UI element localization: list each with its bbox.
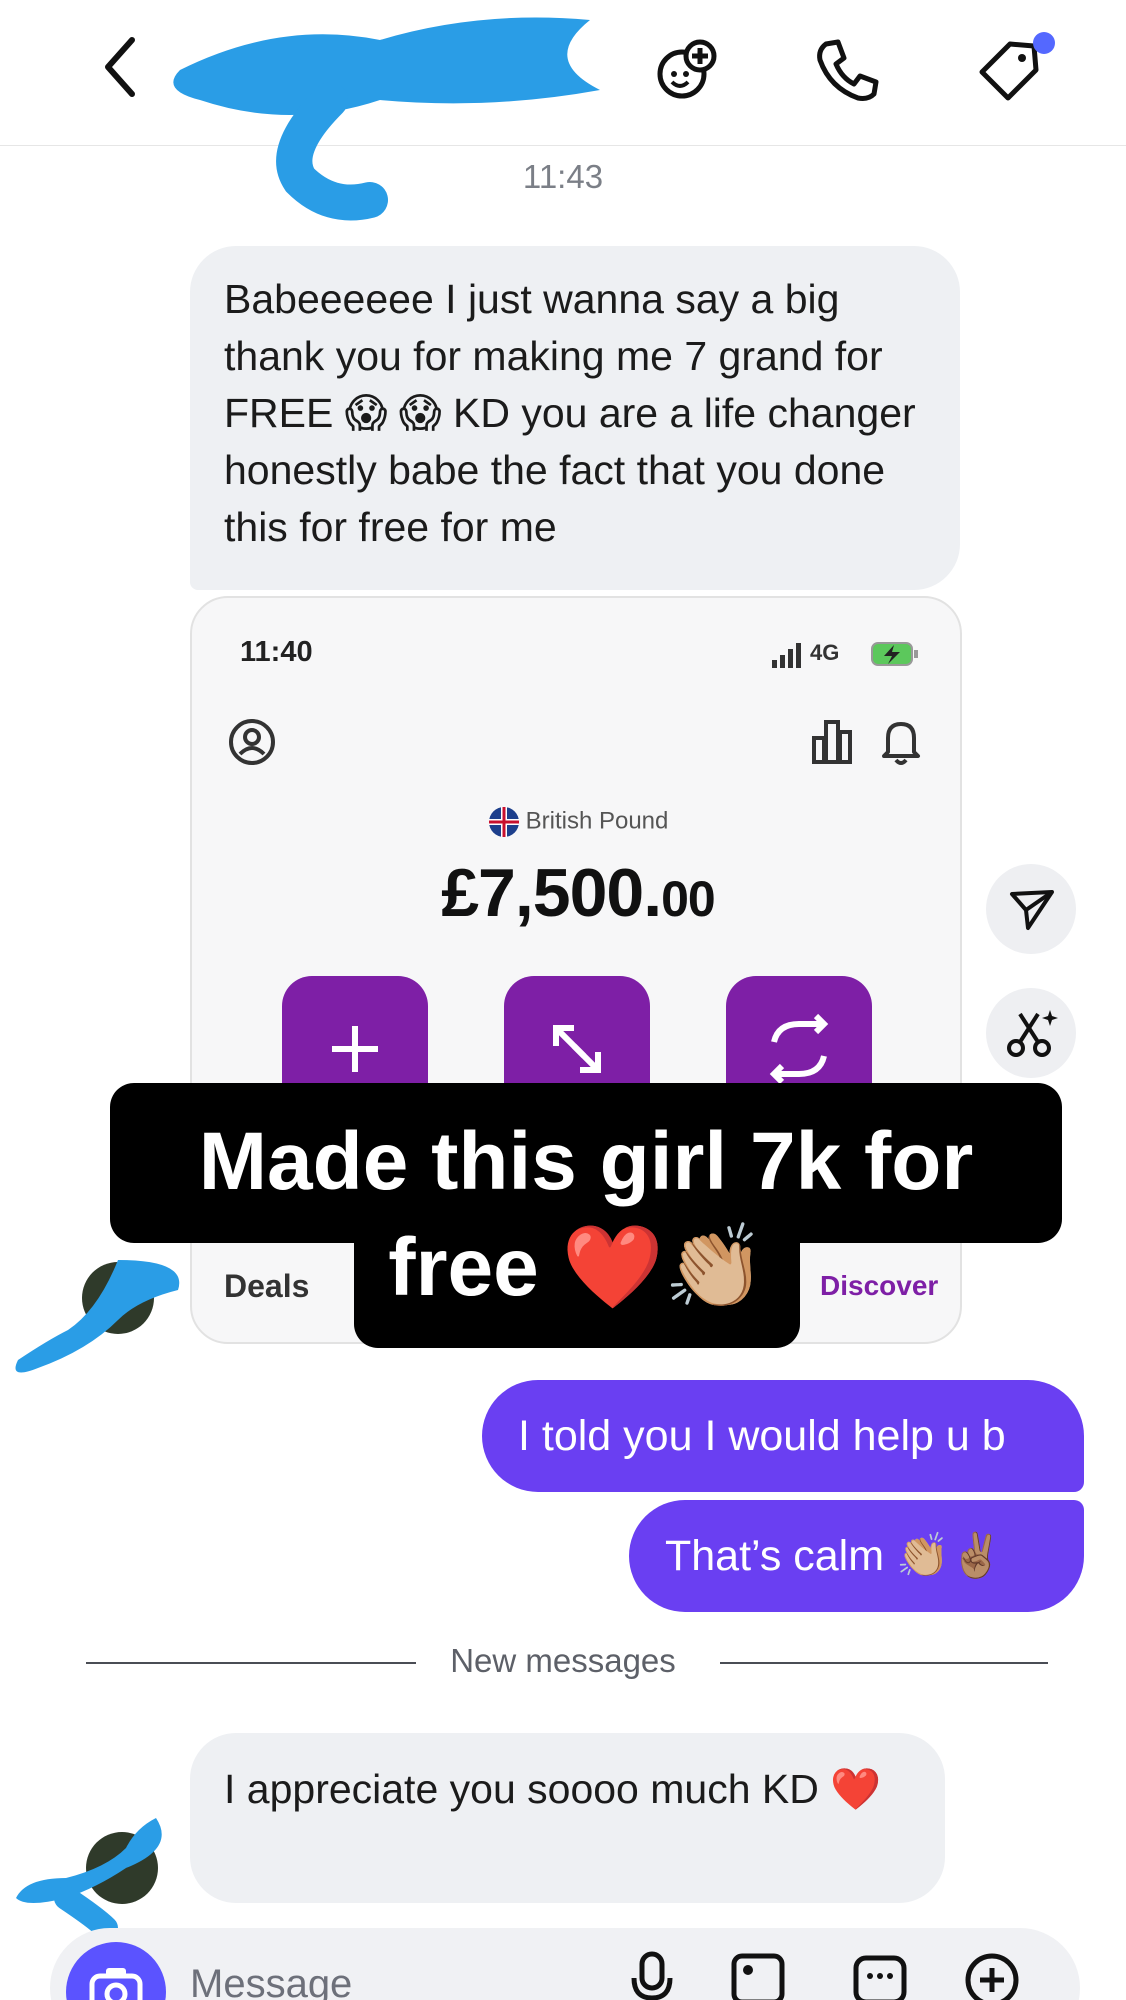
balance-amount: £7,500.00: [192, 854, 960, 932]
attachment-status-bar: 4G: [770, 634, 930, 674]
attachment-tab-deals: Deals: [224, 1268, 310, 1304]
signal-icon: [772, 643, 801, 668]
phone-icon[interactable]: [808, 30, 888, 110]
avatar-redacted: [16, 1818, 162, 1938]
add-icon[interactable]: [960, 1946, 1024, 2000]
caption-text-line2: free ❤️👏🏼: [388, 1222, 766, 1313]
bar-chart-icon: [812, 720, 852, 764]
notification-dot: [1033, 32, 1055, 54]
currency-name: British Pound: [525, 807, 669, 835]
send-icon: [1010, 890, 1054, 930]
camera-icon: [89, 1968, 143, 2000]
sticker-add-icon[interactable]: [646, 30, 726, 110]
chat-header: d...: [0, 0, 1126, 146]
remix-button[interactable]: [986, 988, 1076, 1078]
microphone-icon[interactable]: [620, 1946, 684, 2000]
contact-name-area[interactable]: d...: [175, 20, 605, 120]
new-messages-label: New messages: [450, 1642, 676, 1679]
contact-name: d...: [530, 50, 578, 88]
uk-flag-icon: [488, 807, 519, 837]
message-input[interactable]: Message: [190, 1962, 352, 2000]
gallery-icon[interactable]: [726, 1946, 790, 2000]
divider-line: [720, 1662, 1048, 1664]
attachment-status-time: 11:40: [240, 636, 313, 668]
bell-icon: [882, 722, 920, 765]
battery-icon: [871, 642, 918, 666]
message-timestamp: 11:43: [522, 158, 604, 195]
caption-text-line1: Made this girl 7k for: [198, 1116, 974, 1207]
outgoing-message[interactable]: That’s calm 👏🏼✌🏽: [629, 1500, 1084, 1612]
balance-decimal: 00: [661, 871, 716, 927]
currency-label: British Pound: [192, 806, 960, 838]
avatar-redacted: [15, 1260, 180, 1373]
network-label: 4G: [810, 640, 840, 665]
profile-icon: [229, 719, 275, 765]
balance-main: £7,500.: [441, 855, 662, 931]
camera-button[interactable]: [66, 1942, 166, 2000]
incoming-message[interactable]: I appreciate you soooo much KD ❤️: [190, 1733, 945, 1903]
attachment-tab-discover: Discover: [820, 1270, 939, 1301]
scissors-sparkle-icon: [1007, 1010, 1058, 1057]
outgoing-message[interactable]: I told you I would help u b: [482, 1380, 1084, 1492]
chevron-left-icon[interactable]: [96, 32, 146, 102]
sticker-icon[interactable]: [848, 1946, 912, 2000]
share-button[interactable]: [986, 864, 1076, 954]
incoming-message[interactable]: Babeeeeee I just wanna say a big thank y…: [190, 246, 960, 590]
